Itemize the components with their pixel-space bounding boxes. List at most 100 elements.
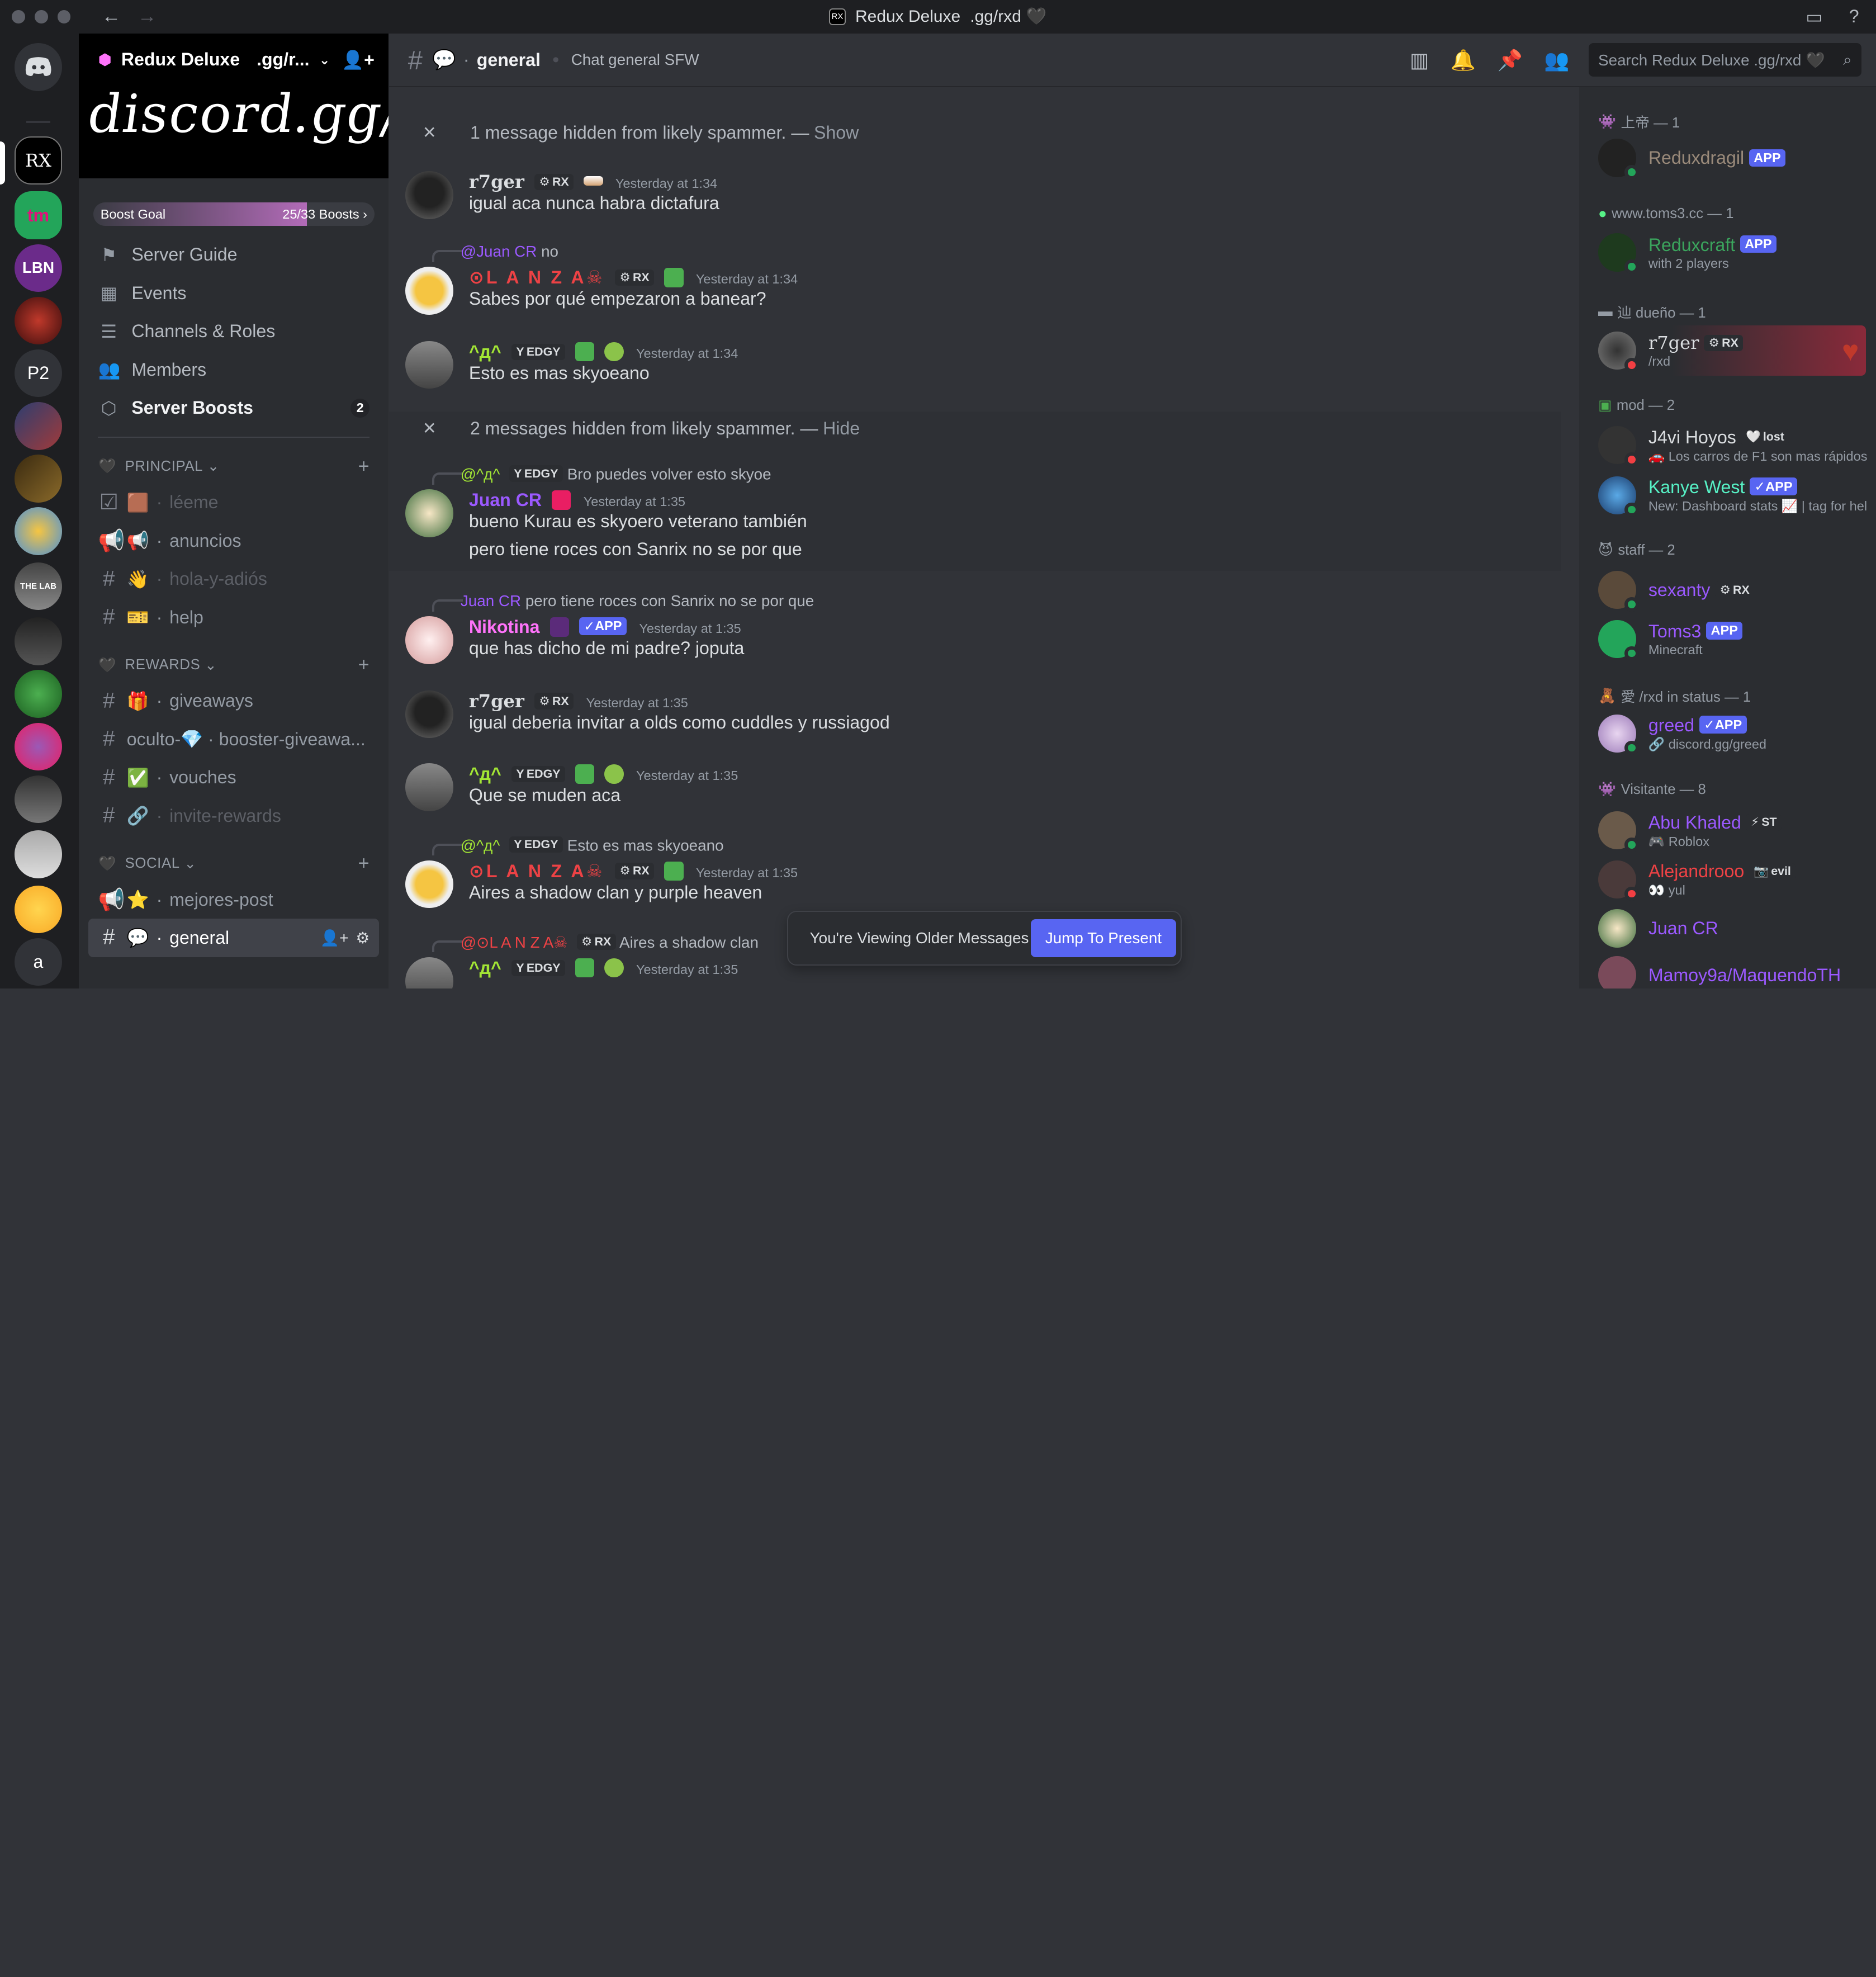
server-p2[interactable]: P2 [14, 349, 63, 398]
gear-icon[interactable]: ⚙ [356, 929, 369, 947]
discord-home-icon[interactable] [14, 43, 63, 91]
hide-hidden-link[interactable]: Hide [823, 418, 860, 439]
member-item[interactable]: Mamoy9a/MaquendoTH [1589, 950, 1866, 988]
member-item[interactable]: Kanye West ✓ APP New: Dashboard stats 📈 | … [1589, 470, 1867, 521]
member-item[interactable]: Alejandrooo 📷 evil 👀 yul [1589, 854, 1866, 905]
avatar[interactable] [405, 957, 454, 988]
category-rewards[interactable]: 🖤 REWARDS ⌄ + [79, 649, 389, 682]
member-item[interactable]: Reduxcraft APP with 2 players [1589, 228, 1866, 278]
member-item[interactable]: r7ger ⚙ RX/rxd ♥ [1588, 325, 1866, 376]
minimize-window-button[interactable] [35, 10, 48, 23]
member-list-icon[interactable]: 👥 [1544, 48, 1569, 72]
show-hidden-link[interactable]: Show [814, 122, 859, 143]
server-demon[interactable] [14, 296, 63, 345]
avatar[interactable] [405, 489, 454, 537]
server-tm[interactable]: tm [14, 191, 63, 239]
sidebar-item-members[interactable]: 👥 Members [88, 351, 379, 389]
channel-leeme[interactable]: ☑ 🟫 · léeme [88, 483, 379, 521]
chevron-down-icon[interactable]: ⌄ [319, 52, 330, 68]
create-invite-icon[interactable]: 👤+ [320, 929, 349, 947]
server-purple[interactable] [14, 722, 63, 771]
close-icon[interactable]: ✕ [389, 123, 471, 143]
avatar[interactable] [405, 340, 454, 389]
jump-to-present-button[interactable]: Jump To Present [1031, 919, 1176, 957]
server-green[interactable] [14, 670, 63, 718]
channel-topic[interactable]: Chat general SFW [571, 51, 699, 69]
forward-arrow-icon[interactable]: → [138, 6, 157, 27]
threads-icon[interactable]: ▥ [1410, 48, 1429, 72]
server-tag[interactable]: Y EDGY [511, 959, 566, 976]
channel-booster-giveaways[interactable]: # oculto-💎 · booster-giveawa... [88, 720, 379, 758]
channel-anuncios[interactable]: 📢 📢 · anuncios [88, 522, 379, 560]
server-dark[interactable] [14, 617, 63, 665]
channel-hola-y-adios[interactable]: # 👋 · hola-y-adiós [88, 560, 379, 598]
member-item[interactable]: Juan CR [1589, 904, 1866, 954]
server-banner[interactable]: ⬢ Redux Deluxe .gg/r... ⌄ 👤+ discord.gg/… [79, 33, 389, 178]
server-lbn[interactable]: LBN [14, 244, 63, 292]
message[interactable]: r7ger ⚙ RX Yesterday at 1:34 igual aca n… [389, 171, 1561, 219]
reply-preview[interactable]: @Juan CR no [461, 243, 558, 261]
avatar[interactable] [405, 860, 454, 909]
channel-invite-rewards[interactable]: # 🔗 · invite-rewards [88, 797, 379, 835]
message[interactable]: r7ger ⚙ RX Yesterday at 1:35 igual deber… [389, 690, 1561, 739]
pin-icon[interactable]: 📌 [1498, 48, 1523, 72]
server-the-lab[interactable]: THE LAB [14, 562, 63, 611]
server-tag[interactable]: ⚙ RX [534, 693, 574, 710]
server-hero[interactable] [14, 402, 63, 450]
message[interactable]: ^д^ Y EDGY Yesterday at 1:35 Que se mude… [389, 763, 1561, 811]
member-item[interactable]: Toms3 APP Minecraft [1589, 614, 1866, 664]
message[interactable]: @^д^ Y EDGY Bro puedes volver esto skyoe… [389, 463, 1561, 560]
server-smiley[interactable] [14, 885, 63, 934]
channel-help[interactable]: # 🎫 · help [88, 598, 379, 636]
server-duck[interactable] [14, 507, 63, 555]
maximize-window-button[interactable] [57, 10, 71, 23]
add-channel-icon[interactable]: + [358, 853, 370, 874]
server-tag[interactable]: ⚙ RX [614, 269, 655, 286]
avatar[interactable] [405, 616, 454, 664]
server-a[interactable]: a [14, 938, 63, 986]
message[interactable]: @Juan CR no ⊙L A N Z A☠ ⚙ RX Yesterday a… [389, 240, 1561, 315]
server-tag[interactable]: ⚙ RX [614, 863, 655, 879]
avatar[interactable] [405, 267, 454, 315]
sidebar-item-events[interactable]: ▦ Events [88, 274, 379, 312]
back-arrow-icon[interactable]: ← [102, 6, 121, 27]
reply-preview[interactable]: @⊙L A N Z A☠ ⚙ RX Aires a shadow clan [461, 933, 759, 952]
boost-goal-bar[interactable]: Boost Goal 25/33 Boosts › [93, 202, 375, 226]
add-channel-icon[interactable]: + [358, 456, 370, 477]
member-item[interactable]: Reduxdragil APP [1589, 133, 1866, 183]
reply-preview[interactable]: @^д^ Y EDGY Esto es mas skyoeano [461, 836, 724, 854]
category-principal[interactable]: 🖤 PRINCIPAL ⌄ + [79, 450, 389, 484]
avatar[interactable] [405, 690, 454, 739]
bell-icon[interactable]: 🔔 [1451, 48, 1476, 72]
message[interactable]: ^д^ Y EDGY Yesterday at 1:34 Esto es mas… [389, 340, 1561, 389]
category-social[interactable]: 🖤 SOCIAL ⌄ + [79, 847, 389, 881]
sidebar-item-server-guide[interactable]: ⚑ Server Guide [88, 236, 379, 274]
channel-mejores-post[interactable]: 📢 ⭐ · mejores-post [88, 881, 379, 919]
avatar[interactable] [405, 171, 454, 219]
reply-preview[interactable]: Juan CR pero tiene roces con Sanrix no s… [461, 592, 814, 610]
member-item[interactable]: greed ✓ APP 🔗 discord.gg/greed [1589, 708, 1866, 759]
sidebar-item-channels-roles[interactable]: ☰ Channels & Roles [88, 312, 379, 350]
member-item[interactable]: sexanty ⚙ RX [1589, 565, 1866, 615]
server-header[interactable]: ⬢ Redux Deluxe .gg/r... ⌄ 👤+ [79, 34, 389, 86]
help-icon[interactable]: ? [1849, 6, 1859, 27]
server-portrait[interactable] [14, 455, 63, 503]
member-item[interactable]: J4vi Hoyos 🤍 lost 🚗 Los carros de F1 son m… [1589, 420, 1867, 470]
member-item[interactable]: Abu Khaled ⚡ ST 🎮 Roblox [1589, 805, 1866, 855]
channel-giveaways[interactable]: # 🎁 · giveaways [88, 682, 379, 720]
search-input[interactable]: Search Redux Deluxe .gg/rxd 🖤 ⌕ [1588, 43, 1861, 77]
reply-preview[interactable]: @^д^ Y EDGY Bro puedes volver esto skyoe [461, 465, 771, 483]
invite-user-icon[interactable]: 👤+ [342, 49, 375, 70]
channel-general[interactable]: # 💬 · general 👤+ ⚙ [88, 919, 380, 957]
server-tag[interactable]: ⚙ RX [534, 173, 574, 190]
sidebar-item-server-boosts[interactable]: ⬡ Server Boosts 2 [88, 389, 379, 427]
inbox-icon[interactable]: ▭ [1806, 6, 1822, 27]
message-list[interactable]: ✕ 1 message hidden from likely spammer. … [389, 87, 1579, 988]
server-gray[interactable] [14, 775, 63, 824]
server-tag[interactable]: Y EDGY [511, 343, 566, 360]
close-window-button[interactable] [12, 10, 25, 23]
avatar[interactable] [405, 763, 454, 811]
server-white[interactable] [14, 830, 63, 878]
close-icon[interactable]: ✕ [389, 419, 471, 438]
server-tag[interactable]: Y EDGY [511, 765, 566, 783]
